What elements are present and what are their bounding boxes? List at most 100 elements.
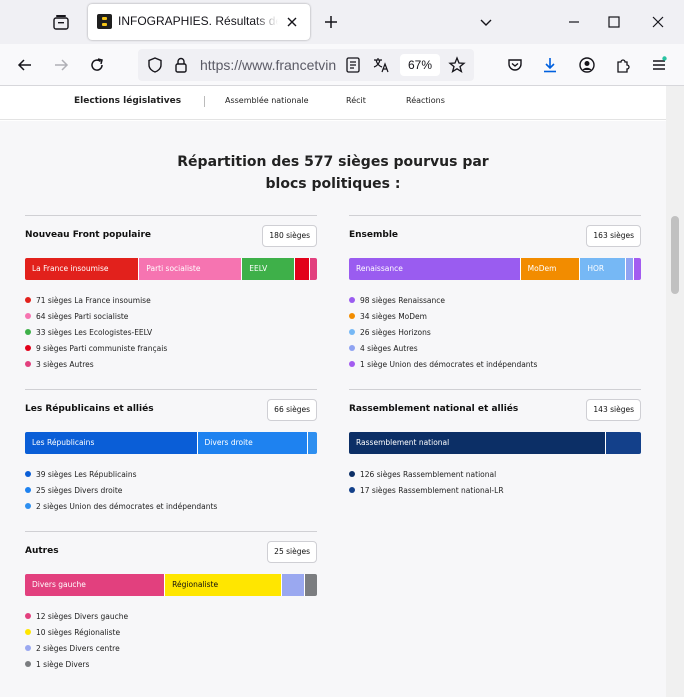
bar-segment[interactable]: EELV <box>242 258 296 280</box>
pocket-icon[interactable] <box>506 56 524 74</box>
legend-item: 34 sièges MoDem <box>349 308 537 324</box>
bar-segment[interactable] <box>310 258 317 280</box>
bar-segment[interactable] <box>308 432 317 454</box>
legend-item: 17 sièges Rassemblement national-LR <box>349 482 504 498</box>
page-title-line-2: blocs politiques : <box>265 176 401 192</box>
bar-segment[interactable]: MoDem <box>520 258 581 280</box>
bar-segment[interactable] <box>295 258 310 280</box>
subnav-recit[interactable]: Récit <box>346 96 366 105</box>
bar-segment[interactable] <box>606 432 641 454</box>
seat-distribution-bar: Renaissance MoDem HOR <box>349 258 641 280</box>
infographic-content: Répartition des 577 sièges pourvus par b… <box>0 121 666 697</box>
window-close-icon[interactable] <box>650 14 666 30</box>
card-divider <box>25 215 317 216</box>
legend-label: 64 sièges Parti socialiste <box>36 311 129 321</box>
minimize-icon[interactable] <box>566 14 582 30</box>
favicon-icon <box>97 14 112 29</box>
legend-label: 126 sièges Rassemblement national <box>360 469 497 479</box>
legend-dot <box>349 329 355 335</box>
extensions-icon[interactable] <box>614 56 632 74</box>
legend-item: 64 sièges Parti socialiste <box>25 308 167 324</box>
bar-segment[interactable]: Parti socialiste <box>139 258 243 280</box>
tab-list-icon[interactable] <box>52 13 70 31</box>
bar-segment[interactable] <box>281 574 306 596</box>
legend-label: 12 sièges Divers gauche <box>36 611 129 621</box>
legend-item: 98 sièges Renaissance <box>349 292 537 308</box>
new-tab-icon[interactable] <box>322 13 340 31</box>
bookmark-star-icon[interactable] <box>448 56 466 74</box>
page-title-line-1: Répartition des 577 sièges pourvus par <box>177 154 489 170</box>
bar-segment[interactable]: Divers gauche <box>25 574 166 596</box>
subnav-assemblee[interactable]: Assemblée nationale <box>225 96 309 105</box>
legend-label: 1 siège Divers <box>36 659 90 669</box>
browser-tab[interactable]: INFOGRAPHIES. Résultats des élections lé… <box>88 4 310 40</box>
card-divider <box>349 215 641 216</box>
menu-icon[interactable] <box>650 56 668 74</box>
seats-badge: 143 sièges <box>586 399 641 421</box>
bar-segment[interactable]: Divers droite <box>197 432 309 454</box>
url-bar[interactable]: https://www.francetvinfo.fr 67% <box>138 49 474 81</box>
bar-segment[interactable]: La France insoumise <box>25 258 140 280</box>
seat-distribution-bar: Rassemblement national <box>349 432 641 454</box>
chevron-down-icon[interactable] <box>478 14 494 30</box>
block-title: Les Républicains et alliés <box>25 404 154 414</box>
seats-badge: 25 sièges <box>267 541 317 563</box>
legend-item: 1 siège Union des démocrates et indépend… <box>349 356 537 372</box>
legend-dot <box>349 361 355 367</box>
legend-label: 26 sièges Horizons <box>360 327 431 337</box>
legend-dot <box>349 297 355 303</box>
bar-segment[interactable]: Les Républicains <box>25 432 198 454</box>
legend-item: 25 sièges Divers droite <box>25 482 217 498</box>
legend-label: 17 sièges Rassemblement national-LR <box>360 485 504 495</box>
legend-label: 71 sièges La France insoumise <box>36 295 151 305</box>
legend-dot <box>25 297 31 303</box>
legend-label: 4 sièges Autres <box>360 343 418 353</box>
zoom-level-badge[interactable]: 67% <box>400 54 440 76</box>
legend-item: 2 sièges Union des démocrates et indépen… <box>25 498 217 514</box>
seat-distribution-bar: Les Républicains Divers droite <box>25 432 317 454</box>
legend-item: 126 sièges Rassemblement national <box>349 466 504 482</box>
bar-segment[interactable]: Régionaliste <box>165 574 282 596</box>
lock-icon[interactable] <box>172 56 190 74</box>
bar-segment[interactable] <box>305 574 317 596</box>
shield-icon[interactable] <box>146 56 164 74</box>
legend-item: 12 sièges Divers gauche <box>25 608 128 624</box>
subnav-reactions[interactable]: Réactions <box>406 96 445 105</box>
back-icon[interactable] <box>16 56 34 74</box>
close-tab-icon[interactable] <box>284 14 300 30</box>
translate-icon[interactable] <box>372 56 390 74</box>
page-scrollbar[interactable] <box>666 86 684 697</box>
url-text[interactable]: https://www.francetvinfo.fr <box>200 57 336 73</box>
scrollbar-thumb[interactable] <box>671 216 679 294</box>
bar-segment[interactable]: HOR <box>580 258 626 280</box>
subnav-divider <box>204 96 205 107</box>
reload-icon[interactable] <box>88 56 106 74</box>
downloads-icon[interactable] <box>541 56 559 74</box>
seats-badge: 163 sièges <box>586 225 641 247</box>
legend-label: 98 sièges Renaissance <box>360 295 446 305</box>
bar-segment[interactable]: Rassemblement national <box>349 432 607 454</box>
card-divider <box>349 389 641 390</box>
legend-dot <box>25 361 31 367</box>
maximize-icon[interactable] <box>606 14 622 30</box>
legend: 39 sièges Les Républicains 25 sièges Dive… <box>25 466 217 514</box>
reader-view-icon[interactable] <box>344 56 362 74</box>
seats-badge: 180 sièges <box>262 225 317 247</box>
article-subnav: Elections législatives Assemblée nationa… <box>0 86 666 120</box>
legend-label: 1 siège Union des démocrates et indépend… <box>360 359 538 369</box>
forward-icon[interactable] <box>52 56 70 74</box>
legend-label: 34 sièges MoDem <box>360 311 427 321</box>
legend: 98 sièges Renaissance 34 sièges MoDem 26 s… <box>349 292 537 372</box>
bar-segment[interactable]: Renaissance <box>349 258 521 280</box>
web-page: Elections législatives Assemblée nationa… <box>0 86 666 697</box>
legend-dot <box>25 645 31 651</box>
legend-dot <box>349 345 355 351</box>
account-icon[interactable] <box>578 56 596 74</box>
bar-segment[interactable] <box>626 258 634 280</box>
legend: 71 sièges La France insoumise 64 sièges P… <box>25 292 167 372</box>
subnav-elections[interactable]: Elections législatives <box>74 96 181 106</box>
legend-label: 2 sièges Divers centre <box>36 643 120 653</box>
legend: 126 sièges Rassemblement national 17 sièg… <box>349 466 504 498</box>
seat-distribution-bar: Divers gauche Régionaliste <box>25 574 317 596</box>
bar-segment[interactable] <box>634 258 641 280</box>
